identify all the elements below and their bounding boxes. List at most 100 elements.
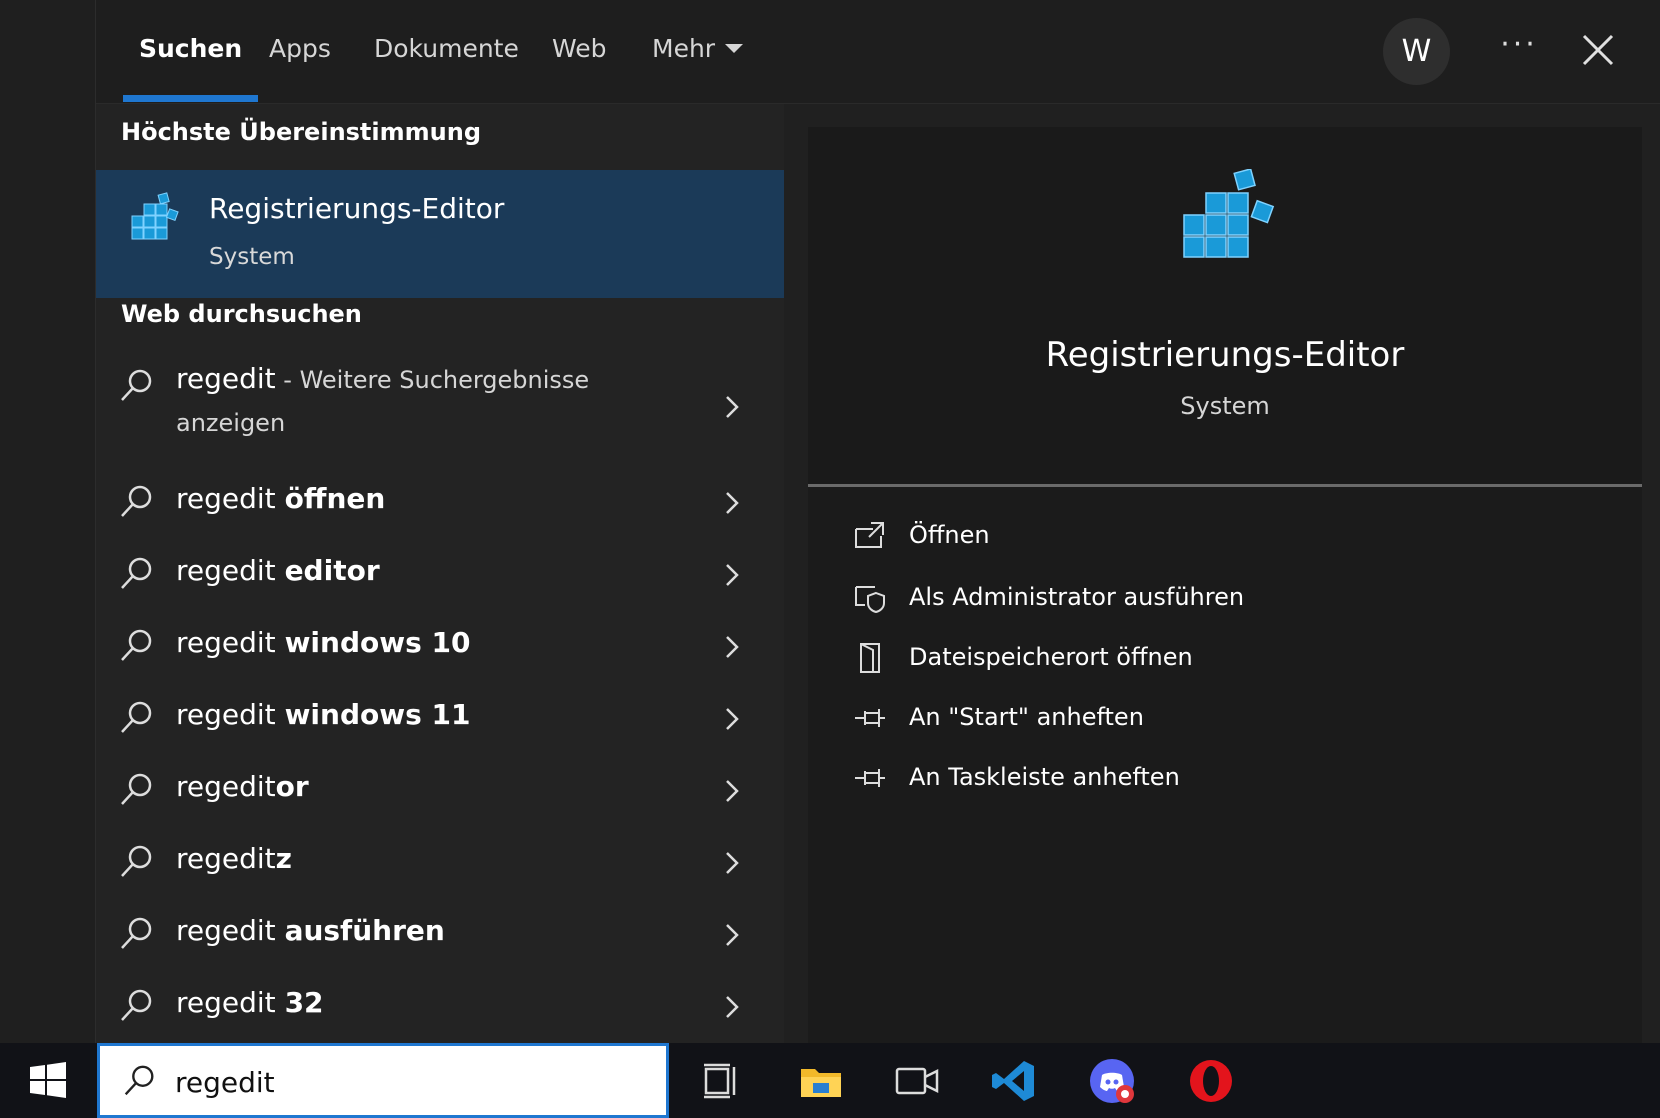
suggestion-text: regedit windows 11	[176, 698, 471, 731]
web-search-heading: Web durchsuchen	[121, 300, 362, 328]
suggestion-completion: or	[275, 770, 309, 803]
suggestion-query: regedit	[176, 554, 285, 587]
best-match-item[interactable]: Registrierungs-Editor System	[96, 170, 784, 298]
chevron-down-icon	[725, 43, 744, 53]
suggestion-text: regedit ausführen	[176, 914, 445, 947]
pin-icon	[855, 769, 885, 787]
preview-title: Registrierungs-Editor	[1045, 335, 1405, 375]
shield-icon	[855, 586, 885, 614]
chevron-right-icon	[726, 924, 739, 946]
preview-header: Registrierungs-Editor System	[808, 127, 1642, 487]
search-icon	[121, 701, 152, 733]
web-suggestion-item[interactable]: regedit 32	[96, 972, 784, 1040]
open-icon	[855, 522, 884, 548]
taskbar: regedit	[0, 1043, 1660, 1118]
suggestion-query: regedit	[176, 770, 276, 803]
search-tabs-bar: Suchen Apps Dokumente Web Mehr W ···	[96, 0, 1660, 104]
search-icon	[121, 485, 152, 517]
web-suggestion-item[interactable]: regeditz	[96, 828, 784, 896]
tab-dokumente[interactable]: Dokumente	[374, 34, 519, 63]
web-suggestion-item[interactable]: regedit öffnen	[96, 468, 784, 536]
suggestion-completion: windows 11	[284, 698, 471, 731]
search-icon	[121, 773, 152, 805]
chevron-right-icon	[726, 636, 739, 658]
suggestion-query: regedit	[176, 986, 285, 1019]
opera-icon[interactable]	[1187, 1057, 1235, 1105]
web-suggestion-item[interactable]: regedit windows 10	[96, 612, 784, 680]
suggestion-completion: editor	[284, 554, 380, 587]
search-input[interactable]: regedit	[175, 1066, 275, 1099]
suggestion-completion: z	[275, 842, 292, 875]
taskbar-search-box[interactable]: regedit	[97, 1043, 669, 1118]
suggestion-text: regedit - Weitere Suchergebnisse anzeige…	[176, 358, 676, 444]
teams-meet-icon[interactable]	[893, 1057, 941, 1105]
close-icon	[1582, 34, 1614, 66]
chevron-right-icon	[726, 780, 739, 802]
vscode-icon[interactable]	[990, 1057, 1038, 1105]
file-explorer-icon[interactable]	[797, 1057, 845, 1105]
chevron-right-icon	[726, 396, 739, 418]
tab-web[interactable]: Web	[552, 34, 607, 63]
pin-icon	[855, 709, 885, 727]
search-icon	[124, 1065, 154, 1096]
suggestion-completion: öffnen	[284, 482, 386, 515]
close-button[interactable]	[1576, 28, 1620, 72]
suggestion-text: regeditz	[176, 842, 292, 875]
active-tab-indicator	[123, 95, 258, 102]
suggestion-query: regedit	[176, 482, 285, 515]
chevron-right-icon	[726, 852, 739, 874]
action-open-label: Öffnen	[909, 521, 990, 549]
chevron-right-icon	[726, 708, 739, 730]
search-panel: Suchen Apps Dokumente Web Mehr W ··· Höc…	[95, 0, 1660, 1043]
file-location-icon	[860, 643, 880, 673]
search-icon	[121, 845, 152, 877]
web-suggestion-item[interactable]: regeditor	[96, 756, 784, 824]
results-list: Höchste Übereinstimmung Registrierungs-E…	[96, 104, 784, 1043]
task-view-icon[interactable]	[696, 1057, 744, 1105]
more-options-button[interactable]: ···	[1494, 28, 1544, 72]
preview-subtitle: System	[1180, 392, 1270, 420]
search-icon	[121, 917, 152, 949]
web-suggestion-item[interactable]: regedit ausführen	[96, 900, 784, 968]
chevron-right-icon	[726, 564, 739, 586]
suggestion-text: regedit editor	[176, 554, 380, 587]
suggestion-completion: ausführen	[284, 914, 445, 947]
action-open-file-location-label: Dateispeicherort öffnen	[909, 643, 1193, 671]
action-pin-to-taskbar-label: An Taskleiste anheften	[909, 763, 1180, 791]
tab-apps[interactable]: Apps	[269, 34, 331, 63]
tab-mehr[interactable]: Mehr	[652, 34, 744, 63]
search-icon	[121, 989, 152, 1021]
search-icon	[121, 557, 152, 589]
web-suggestion-item[interactable]: regedit editor	[96, 540, 784, 608]
search-icon	[121, 629, 152, 661]
action-pin-to-start-label: An "Start" anheften	[909, 703, 1144, 731]
suggestion-completion: 32	[284, 986, 324, 1019]
chevron-right-icon	[726, 996, 739, 1018]
best-match-subtitle: System	[209, 244, 295, 270]
tab-suchen[interactable]: Suchen	[139, 34, 242, 63]
discord-icon[interactable]	[1088, 1057, 1136, 1105]
registry-editor-icon	[1183, 169, 1275, 258]
suggestion-query: regedit	[176, 914, 285, 947]
web-suggestion-item[interactable]: regedit - Weitere Suchergebnisse anzeige…	[96, 352, 784, 462]
suggestion-text: regedit öffnen	[176, 482, 385, 515]
suggestion-query: regedit	[176, 362, 276, 395]
suggestion-completion: windows 10	[284, 626, 471, 659]
search-icon	[121, 369, 152, 401]
result-preview-pane: Registrierungs-Editor System Öffnen Als …	[808, 127, 1642, 1043]
registry-editor-icon	[131, 192, 179, 240]
action-run-as-admin-label: Als Administrator ausführen	[909, 583, 1245, 611]
suggestion-text: regedit windows 10	[176, 626, 471, 659]
tab-mehr-label: Mehr	[652, 34, 716, 63]
windows-start-icon[interactable]	[28, 1060, 68, 1100]
chevron-right-icon	[726, 492, 739, 514]
suggestion-query: regedit	[176, 698, 285, 731]
best-match-title: Registrierungs-Editor	[209, 192, 505, 225]
best-match-heading: Höchste Übereinstimmung	[121, 118, 481, 146]
user-avatar[interactable]: W	[1383, 18, 1450, 85]
suggestion-text: regeditor	[176, 770, 309, 803]
desktop-left-strip	[0, 0, 95, 1043]
web-suggestion-item[interactable]: regedit windows 11	[96, 684, 784, 752]
suggestion-text: regedit 32	[176, 986, 324, 1019]
suggestion-query: regedit	[176, 626, 285, 659]
